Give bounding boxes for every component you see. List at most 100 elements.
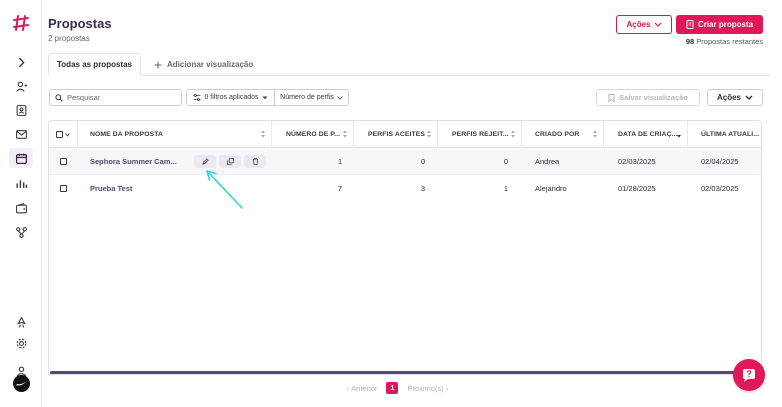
caret-down-icon — [262, 96, 268, 99]
sidebar — [0, 0, 42, 407]
rejected-count: 1 — [503, 184, 508, 193]
column-label: CRIADO POR — [535, 131, 580, 138]
column-label: ÚLTIMA ATUALI... — [701, 131, 760, 138]
tab-all-proposals[interactable]: Todas as propostas — [48, 53, 141, 76]
pencil-icon — [201, 158, 209, 165]
document-icon — [686, 20, 694, 29]
row-checkbox[interactable] — [60, 158, 67, 165]
accepted-count: 3 — [420, 184, 425, 193]
profile-count-filter[interactable]: Número de perfis — [275, 94, 348, 101]
created-at: 02/03/2025 — [618, 157, 656, 166]
table-actions-dropdown[interactable]: Ações — [707, 89, 763, 106]
column-header-accepted[interactable]: PERFIS ACEITES — [354, 121, 438, 148]
settings-gear-icon[interactable] — [9, 333, 33, 353]
remaining-count: 98 — [685, 37, 695, 46]
sidebar-item-contacts[interactable] — [9, 100, 33, 120]
help-chat-button[interactable] — [733, 359, 765, 391]
remaining-proposals: 98 Propostas restantes — [686, 37, 763, 46]
prev-label: Anterior — [351, 383, 378, 393]
tab-label: Adicionar visualização — [167, 60, 254, 69]
actions-dropdown-button[interactable]: Ações — [616, 15, 672, 34]
bookmark-icon — [608, 93, 615, 102]
sort-icon — [593, 130, 597, 138]
next-page-button[interactable]: Próximo(s) › — [407, 384, 448, 393]
save-view-button[interactable]: Salvar visualização — [596, 89, 700, 106]
sidebar-item-users[interactable] — [9, 76, 33, 96]
annotation-arrow-icon — [206, 170, 243, 209]
brand-logo-icon[interactable] — [12, 14, 30, 32]
sidebar-item-integrations[interactable] — [9, 222, 33, 242]
table-header: NOME DA PROPOSTA NÚMERO DE P... PERFIS A… — [49, 121, 761, 148]
horizontal-scrollbar[interactable] — [50, 371, 761, 374]
filters-label: 0 filtros aplicados — [204, 94, 259, 101]
app-root: Propostas 2 propostas Ações Criar propos… — [0, 0, 782, 407]
select-all-checkbox[interactable] — [56, 131, 63, 138]
sidebar-item-analytics[interactable] — [9, 173, 33, 193]
column-header-updated-at[interactable]: ÚLTIMA ATUALI... — [688, 121, 761, 148]
create-proposal-button[interactable]: Criar proposta — [676, 15, 763, 34]
filter-bar: 0 filtros aplicados Número de perfis — [186, 89, 349, 106]
column-label: PERFIS REJEIT... — [452, 131, 509, 138]
sort-icon — [427, 130, 431, 138]
row-select-cell — [60, 148, 67, 175]
current-page[interactable]: 1 — [386, 382, 399, 394]
search-icon — [55, 93, 63, 102]
created-by: Alejandro — [535, 184, 567, 193]
row-select-cell — [60, 175, 67, 202]
sort-icon — [511, 130, 515, 138]
sidebar-item-proposals[interactable] — [9, 148, 33, 168]
column-header-name[interactable]: NOME DA PROPOSTA — [78, 121, 272, 148]
chevron-right-icon: › — [445, 383, 449, 393]
column-header-rejected[interactable]: PERFIS REJEIT... — [438, 121, 522, 148]
page-title: Propostas — [48, 16, 112, 31]
next-label: Próximo(s) — [407, 383, 444, 393]
row-checkbox[interactable] — [60, 185, 67, 192]
column-header-profiles[interactable]: NÚMERO DE P... — [272, 121, 354, 148]
create-proposal-label: Criar proposta — [697, 20, 754, 29]
accepted-count: 0 — [420, 157, 425, 166]
updated-at: 02/03/2025 — [701, 184, 739, 193]
profile-count-label: Número de perfis — [280, 94, 334, 101]
column-label: NÚMERO DE P... — [286, 131, 341, 138]
proposals-table: NOME DA PROPOSTA NÚMERO DE P... PERFIS A… — [48, 120, 762, 375]
sidebar-item-wallet[interactable] — [9, 198, 33, 218]
remaining-label: Propostas restantes — [696, 37, 763, 46]
column-header-created-by[interactable]: CRIADO POR — [522, 121, 604, 148]
created-at: 01/28/2025 — [618, 184, 656, 193]
filters-dropdown[interactable]: 0 filtros aplicados — [187, 90, 275, 105]
search-input[interactable] — [67, 93, 177, 102]
brand-avatar[interactable] — [13, 375, 30, 392]
sort-descending-icon — [677, 135, 681, 138]
table-row[interactable]: Prueba Test 7 3 1 Alejandro 01/28/2025 0… — [49, 175, 761, 202]
profiles-count: 7 — [337, 184, 342, 193]
column-label: NOME DA PROPOSTA — [90, 131, 163, 138]
table-actions-label: Ações — [716, 93, 741, 102]
sort-icon — [343, 130, 347, 138]
chevron-down-icon — [654, 22, 661, 27]
column-header-created-at[interactable]: DATA DE CRIAÇ... — [604, 121, 688, 148]
updated-at: 02/04/2025 — [701, 157, 739, 166]
sort-icon — [261, 130, 265, 138]
profiles-count: 1 — [337, 157, 342, 166]
save-view-label: Salvar visualização — [619, 93, 688, 102]
sidebar-item-mail[interactable] — [9, 124, 33, 144]
prev-page-button[interactable]: ‹ Anterior — [347, 384, 377, 393]
table-row[interactable]: Sephora Summer Cam... 1 0 0 Andrea 02/03… — [49, 148, 761, 175]
view-tabs: Todas as propostas Adicionar visualizaçã… — [48, 53, 770, 76]
proposal-name[interactable]: Prueba Test — [90, 175, 132, 202]
plus-icon — [154, 61, 162, 68]
search-box[interactable] — [49, 89, 182, 106]
actions-label: Ações — [626, 20, 651, 29]
chevron-left-icon: ‹ — [347, 383, 350, 393]
expand-sidebar-icon[interactable] — [9, 52, 33, 72]
column-label: PERFIS ACEITES — [368, 131, 426, 138]
chevron-down-icon — [337, 95, 343, 100]
tab-label: Todas as propostas — [57, 59, 132, 69]
created-by: Andrea — [535, 157, 560, 166]
proposal-name[interactable]: Sephora Summer Cam... — [90, 148, 177, 175]
sidebar-item-launch[interactable] — [9, 312, 33, 332]
select-all-header[interactable] — [49, 121, 78, 148]
tab-add-view[interactable]: Adicionar visualização — [154, 53, 253, 76]
column-label: DATA DE CRIAÇ... — [618, 131, 678, 138]
rejected-count: 0 — [503, 157, 508, 166]
